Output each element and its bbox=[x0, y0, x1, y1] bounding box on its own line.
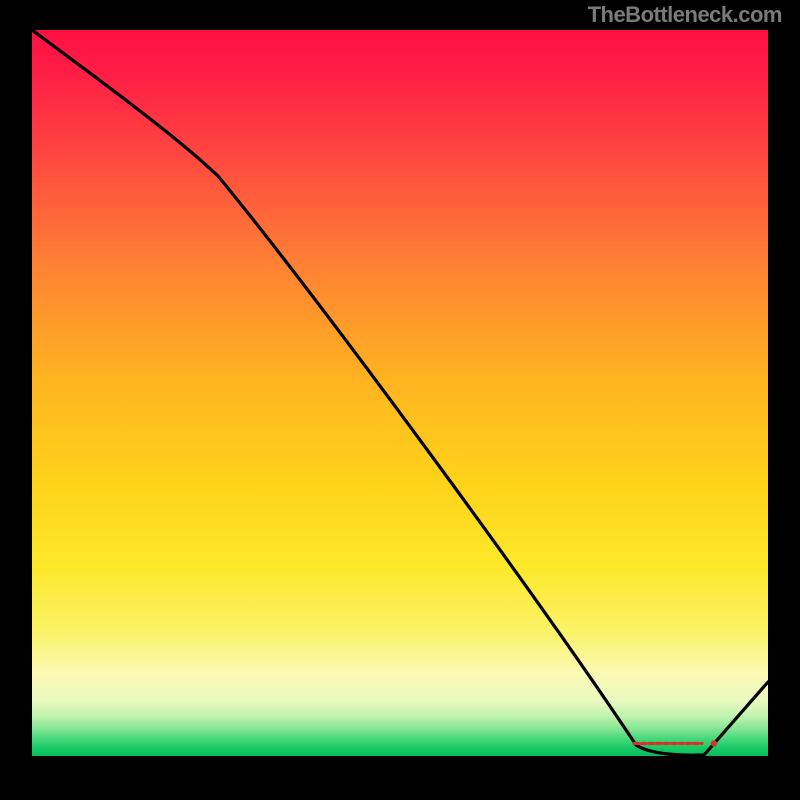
axis-left bbox=[30, 28, 32, 800]
chart-plot-area bbox=[32, 30, 768, 756]
bottleneck-chart bbox=[0, 0, 800, 800]
axis-right bbox=[768, 28, 770, 800]
attribution-label: TheBottleneck.com bbox=[588, 2, 782, 28]
chart-container: TheBottleneck.com bbox=[0, 0, 800, 800]
